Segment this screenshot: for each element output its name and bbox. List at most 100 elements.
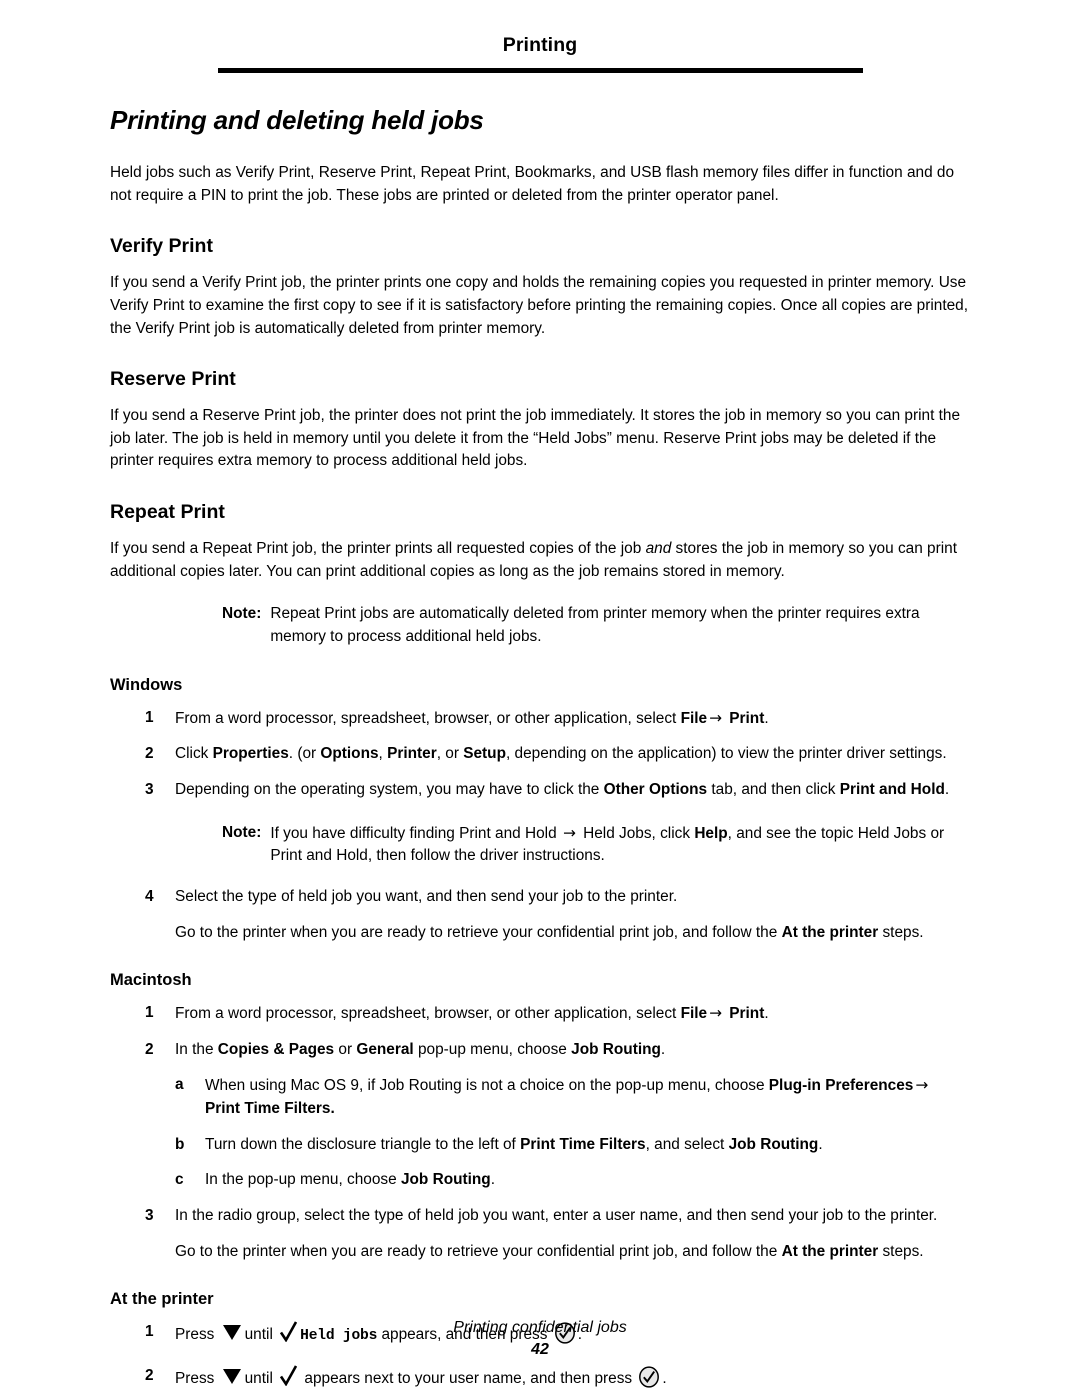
step-text: Click Properties. (or Options, Printer, … [175, 743, 970, 766]
note-body: Repeat Print jobs are automatically dele… [270, 605, 920, 646]
reserve-print-paragraph: If you send a Reserve Print job, the pri… [110, 407, 961, 470]
step-text: Select the type of held job you want, an… [175, 887, 678, 905]
step-text-segment: From a word processor, spreadsheet, brow… [175, 1005, 681, 1023]
step-text: From a word processor, spreadsheet, brow… [175, 707, 970, 731]
substep-bold-job-routing: Job Routing [400, 1171, 491, 1189]
macintosh-step-2: 2 In the Copies & Pages or General pop-u… [110, 1039, 970, 1062]
right-arrow-icon: → [709, 1004, 722, 1023]
step-text-segment: appears next to your user name, and then… [300, 1369, 637, 1387]
step-bold-properties: Properties [212, 745, 289, 763]
subsection-heading-at-the-printer: At the printer [110, 1290, 214, 1309]
step-text-segment: . [764, 1005, 769, 1023]
step-bold-print: Print [729, 709, 765, 727]
footer-page-number: 42 [531, 1341, 549, 1358]
intro-paragraph: Held jobs such as Verify Print, Reserve … [110, 164, 955, 204]
substep-text: When using Mac OS 9, if Job Routing is n… [205, 1074, 970, 1120]
note-text-segment: If you have difficulty finding Print and… [270, 824, 561, 842]
down-arrow-button-icon [222, 1368, 241, 1384]
step-bold-setup: Setup [463, 745, 506, 763]
right-arrow-icon: → [915, 1076, 929, 1095]
note-repeat-print: Note: Repeat Print jobs are automaticall… [222, 603, 970, 648]
substep-text-segment: In the pop-up menu, choose [205, 1171, 401, 1189]
repeat-print-text-1: If you send a Repeat Print job, the prin… [110, 540, 646, 558]
macintosh-step-1: 1 From a word processor, spreadsheet, br… [110, 1002, 970, 1026]
step-bold-job-routing: Job Routing [571, 1040, 661, 1058]
select-button-icon [638, 1366, 660, 1396]
step-text: Depending on the operating system, you m… [175, 779, 970, 802]
step-text: From a word processor, spreadsheet, brow… [175, 1002, 970, 1026]
step-text-segment: tab, and then click [707, 780, 840, 798]
substep-letter: a [175, 1076, 184, 1094]
windows-step-1: 1 From a word processor, spreadsheet, br… [110, 707, 970, 731]
followup-text-segment: Go to the printer when you are ready to … [175, 923, 782, 941]
step-bold-print: Print [729, 1005, 765, 1023]
note-label: Note: [222, 605, 262, 623]
section-heading-reserve-print: Reserve Print [110, 368, 236, 391]
step-text-segment: . [944, 780, 950, 798]
step-bold-other-options: Other Options [603, 780, 708, 798]
substep-text: Turn down the disclosure triangle to the… [205, 1134, 970, 1157]
substep-text-segment: , and select [645, 1135, 729, 1153]
substep-text: In the pop-up menu, choose Job Routing. [205, 1169, 970, 1192]
windows-followup-paragraph: Go to the printer when you are ready to … [175, 922, 970, 945]
followup-text-segment: steps. [878, 1242, 924, 1260]
step-bold-options: Options [320, 745, 379, 763]
step-text-segment: . [764, 709, 769, 727]
note-label: Note: [222, 823, 262, 841]
step-number: 4 [145, 887, 154, 905]
followup-bold-at-the-printer: At the printer [781, 923, 879, 941]
repeat-print-emphasis: and [645, 540, 672, 558]
macintosh-substep-b: b Turn down the disclosure triangle to t… [110, 1134, 970, 1157]
followup-text-segment: steps. [878, 923, 924, 941]
substep-text-segment: . [490, 1171, 495, 1189]
substep-bold-print-time-filters: Print Time Filters. [205, 1100, 335, 1118]
step-text-segment: Depending on the operating system, you m… [175, 780, 604, 798]
step-text-segment: Press [175, 1369, 219, 1387]
step-bold-printer: Printer [387, 745, 437, 763]
note-windows: Note: If you have difficulty finding Pri… [222, 822, 970, 868]
note-text-segment: Held Jobs, click [578, 824, 695, 842]
step-text-segment: In the [175, 1040, 218, 1058]
macintosh-substep-a: a When using Mac OS 9, if Job Routing is… [110, 1074, 970, 1120]
step-number: 2 [145, 1040, 154, 1058]
at-the-printer-step-2: 2 Press until appears next to your user … [110, 1365, 970, 1396]
step-number: 1 [145, 1004, 154, 1022]
section-heading-repeat-print: Repeat Print [110, 501, 225, 524]
step-number: 2 [145, 1366, 154, 1384]
substep-letter: c [175, 1171, 184, 1189]
step-text-segment: , depending on the application) to view … [506, 745, 947, 763]
right-arrow-icon: → [562, 823, 576, 842]
macintosh-step-3: 3 In the radio group, select the type of… [110, 1205, 970, 1228]
step-bold-copies-and-pages: Copies & Pages [217, 1040, 335, 1058]
document-page: Printing Printing and deleting held jobs… [0, 0, 1080, 1397]
section-heading-verify-print: Verify Print [110, 235, 213, 258]
subsection-heading-windows: Windows [110, 675, 183, 694]
substep-text-segment: . [818, 1135, 823, 1153]
step-text-segment: . [660, 1040, 666, 1058]
step-text-segment: pop-up menu, choose [413, 1040, 572, 1058]
step-text-segment: until [244, 1369, 278, 1387]
windows-steps-list: 1 From a word processor, spreadsheet, br… [110, 707, 970, 944]
substep-bold-plugin-preferences: Plug-in Preferences [768, 1077, 914, 1095]
step-bold-file: File [680, 709, 708, 727]
page-footer: Printing confidential jobs 42 [0, 1319, 1080, 1359]
subsection-heading-macintosh: Macintosh [110, 971, 192, 990]
repeat-print-paragraph: If you send a Repeat Print job, the prin… [110, 538, 970, 583]
substep-text-segment: Turn down the disclosure triangle to the… [205, 1135, 521, 1153]
verify-print-paragraph: If you send a Verify Print job, the prin… [110, 274, 969, 337]
substep-bold-print-time-filters: Print Time Filters [520, 1135, 646, 1153]
substep-letter: b [175, 1135, 185, 1153]
step-text-segment: or [334, 1040, 357, 1058]
note-body: If you have difficulty finding Print and… [270, 822, 970, 868]
followup-text-segment: Go to the printer when you are ready to … [175, 1242, 782, 1260]
step-text-segment: , [378, 745, 388, 763]
step-number: 2 [145, 745, 154, 763]
footer-section-label: Printing confidential jobs [453, 1319, 627, 1336]
macintosh-substep-c: c In the pop-up menu, choose Job Routing… [110, 1169, 970, 1192]
running-header: Printing [0, 0, 1080, 73]
step-text-segment: . [662, 1369, 667, 1387]
step-number: 1 [145, 708, 154, 726]
running-header-title: Printing [502, 34, 578, 56]
page-content: Printing and deleting held jobs Held job… [110, 73, 970, 1396]
windows-step-4: 4 Select the type of held job you want, … [110, 886, 970, 909]
